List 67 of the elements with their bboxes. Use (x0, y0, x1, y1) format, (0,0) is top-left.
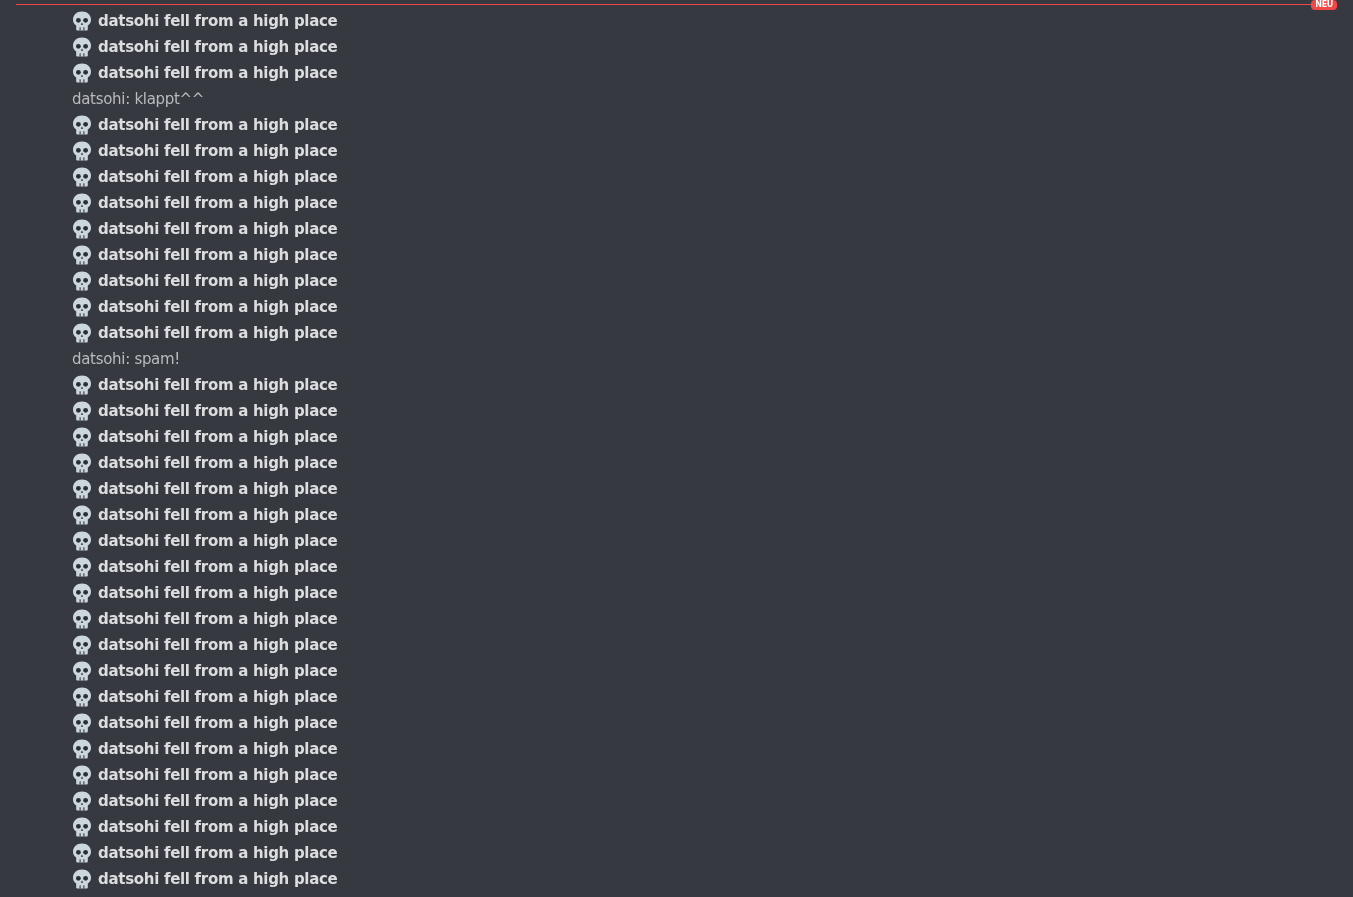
skull-icon (72, 323, 92, 343)
message-text: datsohi fell from a high place (98, 582, 338, 604)
skull-icon (72, 193, 92, 213)
message-text: datsohi fell from a high place (98, 530, 338, 552)
message-text: datsohi fell from a high place (98, 608, 338, 630)
skull-icon (72, 817, 92, 837)
skull-icon (72, 11, 92, 31)
message-text: datsohi fell from a high place (98, 374, 338, 396)
message-text: datsohi fell from a high place (98, 426, 338, 448)
message-text: datsohi fell from a high place (98, 166, 338, 188)
message-text: datsohi fell from a high place (98, 556, 338, 578)
message-text: datsohi fell from a high place (98, 686, 338, 708)
skull-icon (72, 479, 92, 499)
skull-icon (72, 427, 92, 447)
skull-icon (72, 219, 92, 239)
skull-icon (72, 401, 92, 421)
skull-icon (72, 167, 92, 187)
skull-icon (72, 271, 92, 291)
message-text: datsohi fell from a high place (98, 816, 338, 838)
message-text: datsohi fell from a high place (98, 764, 338, 786)
skull-icon (72, 635, 92, 655)
message-text: datsohi fell from a high place (98, 296, 338, 318)
message-text: datsohi fell from a high place (98, 504, 338, 526)
skull-icon (72, 713, 92, 733)
message-text: datsohi fell from a high place (98, 842, 338, 864)
message-text: datsohi fell from a high place (98, 712, 338, 734)
skull-icon (72, 661, 92, 681)
skull-icon (72, 687, 92, 707)
skull-icon (72, 141, 92, 161)
skull-icon (72, 843, 92, 863)
message-text: datsohi: spam! (72, 348, 181, 370)
message-text: datsohi fell from a high place (98, 400, 338, 422)
message-text: datsohi fell from a high place (98, 140, 338, 162)
message-text: datsohi fell from a high place (98, 738, 338, 760)
message-text: datsohi fell from a high place (98, 192, 338, 214)
skull-icon (72, 869, 92, 889)
message-text: datsohi fell from a high place (98, 62, 338, 84)
skull-icon (72, 297, 92, 317)
message-text: datsohi fell from a high place (98, 270, 338, 292)
message-text: datsohi fell from a high place (98, 868, 338, 890)
skull-icon (72, 375, 92, 395)
skull-icon (72, 791, 92, 811)
skull-icon (72, 115, 92, 135)
message-text: datsohi fell from a high place (98, 322, 338, 344)
new-badge: NEU (1311, 0, 1337, 10)
skull-icon (72, 609, 92, 629)
message-text: datsohi fell from a high place (98, 790, 338, 812)
skull-icon (72, 245, 92, 265)
message-text: datsohi fell from a high place (98, 10, 338, 32)
message-text: datsohi fell from a high place (98, 114, 338, 136)
skull-icon (72, 583, 92, 603)
skull-icon (72, 453, 92, 473)
message-text: datsohi fell from a high place (98, 244, 338, 266)
message-text: datsohi fell from a high place (98, 452, 338, 474)
skull-icon (72, 63, 92, 83)
skull-icon (72, 739, 92, 759)
message-text: datsohi: klappt^^ (72, 88, 205, 110)
message-text: datsohi fell from a high place (98, 478, 338, 500)
skull-icon (72, 505, 92, 525)
message-text: datsohi fell from a high place (98, 634, 338, 656)
skull-icon (72, 557, 92, 577)
skull-icon (72, 531, 92, 551)
message-text: datsohi fell from a high place (98, 218, 338, 240)
skull-icon (72, 765, 92, 785)
skull-icon (72, 37, 92, 57)
message-text: datsohi fell from a high place (98, 36, 338, 58)
message-text: datsohi fell from a high place (98, 660, 338, 682)
